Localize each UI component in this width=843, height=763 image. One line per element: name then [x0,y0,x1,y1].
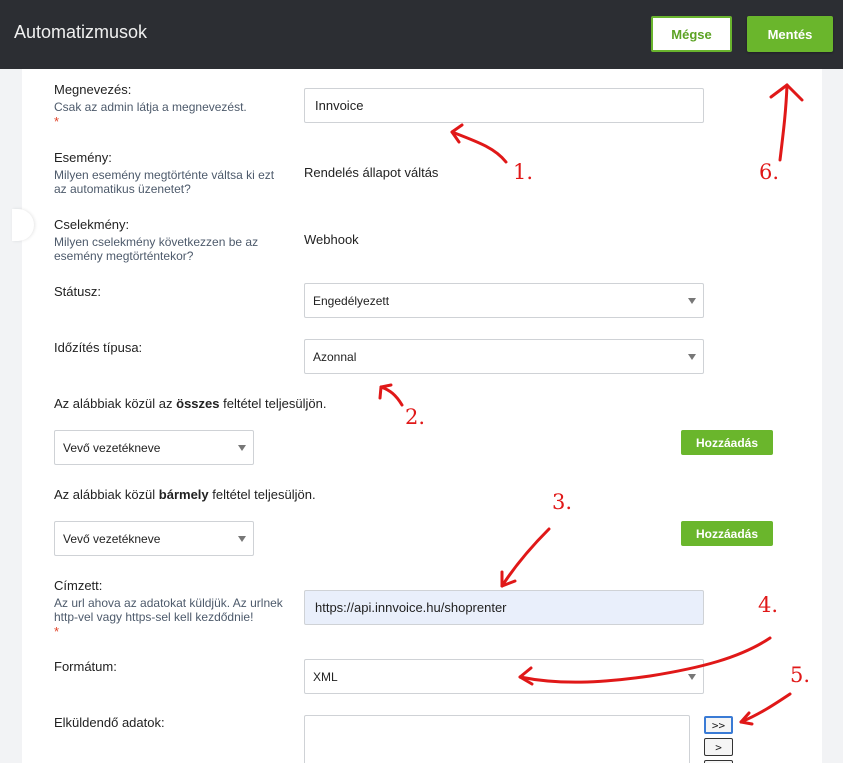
arrow-4 [518,636,772,684]
arrow-5 [739,692,792,724]
annotation-arrows [378,83,804,726]
annotation-3: 3. [552,490,573,514]
annotation-4: 4. [758,593,779,617]
arrow-3 [500,527,551,588]
arrow-1 [450,130,508,164]
arrow-2 [379,385,404,407]
annotation-1: 1. [513,160,534,184]
arrowhead-4 [518,666,534,686]
arrow-6 [778,83,789,162]
annotation-6: 6. [759,160,780,184]
annotation-2: 2. [405,405,426,429]
annotation-5: 5. [790,663,811,687]
